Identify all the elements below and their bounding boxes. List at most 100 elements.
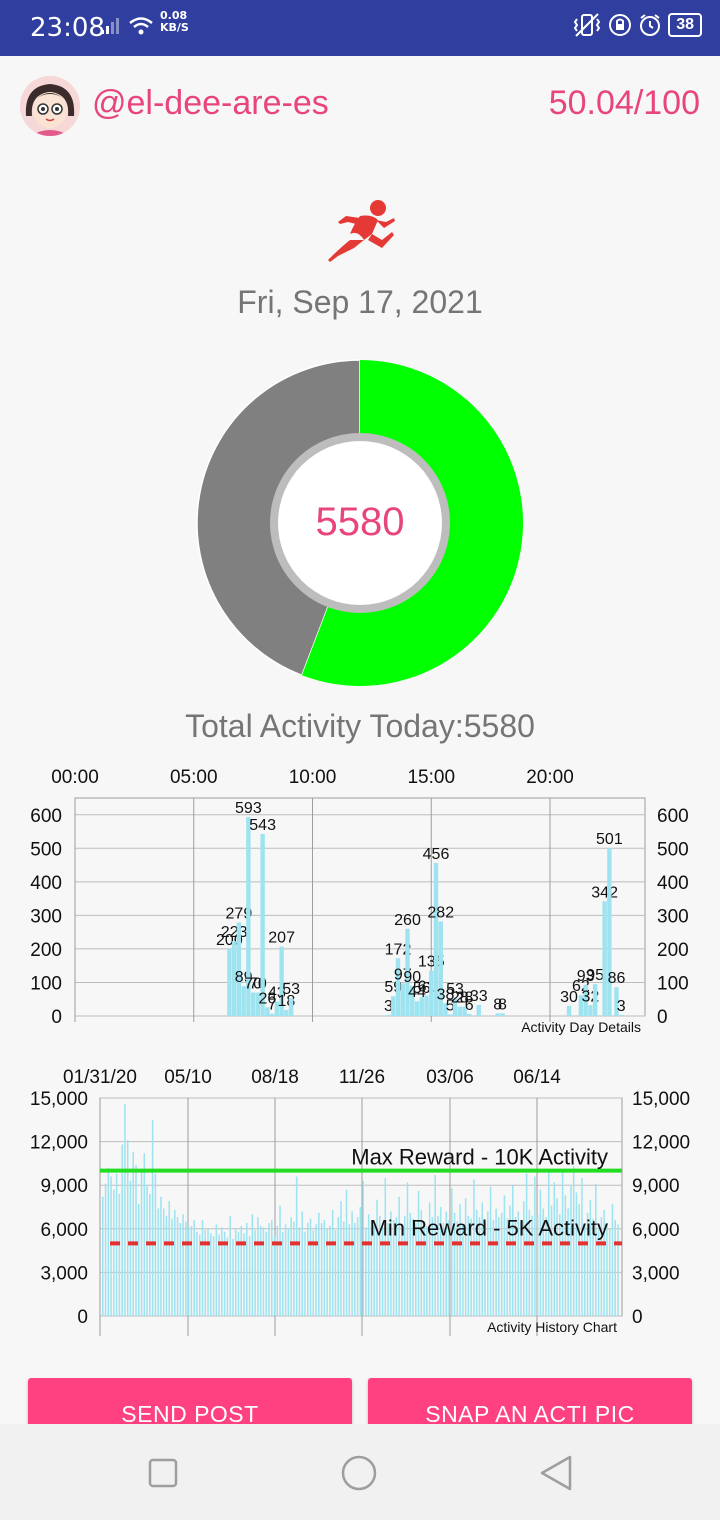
history-chart-bar	[295, 1176, 298, 1316]
history-chart-bar	[384, 1177, 387, 1316]
day-chart-bar	[414, 1001, 420, 1016]
history-chart-bar	[287, 1228, 290, 1316]
recent-apps-icon[interactable]	[148, 1458, 178, 1488]
day-chart-bar-label: 86	[608, 970, 626, 987]
history-chart-bar	[243, 1233, 245, 1316]
history-chart-bar	[293, 1221, 295, 1316]
day-chart-bar-label: 8	[498, 996, 507, 1013]
wifi-icon	[129, 17, 153, 35]
history-chart-bar	[284, 1224, 287, 1316]
history-chart-bar	[138, 1204, 140, 1316]
day-chart-bar	[467, 1013, 472, 1016]
history-chart-bar	[270, 1220, 273, 1316]
day-chart-caption: Activity Day Details	[521, 1019, 641, 1035]
day-chart-bar	[500, 1013, 505, 1016]
history-chart-bar	[539, 1189, 542, 1316]
history-chart-bar	[406, 1182, 409, 1316]
day-chart-bar	[419, 997, 424, 1016]
day-chart-bar	[288, 998, 294, 1016]
history-chart-y-tick: 15,000	[30, 1089, 88, 1110]
history-chart-x-tick: 08/18	[251, 1067, 299, 1088]
history-chart-x-tick: 05/10	[164, 1067, 212, 1088]
history-chart-bar	[572, 1166, 575, 1316]
history-chart-bar	[351, 1211, 353, 1316]
day-chart-bar	[448, 1014, 453, 1016]
history-chart-bar	[126, 1140, 129, 1316]
history-chart-bar	[276, 1225, 279, 1316]
avatar-image	[20, 76, 80, 136]
history-chart-bar	[345, 1189, 348, 1316]
history-chart-bar	[273, 1236, 276, 1316]
status-time: 23:08	[30, 13, 105, 43]
history-chart-bar	[146, 1185, 148, 1316]
alarm-icon	[640, 14, 661, 36]
day-chart-bar	[619, 1014, 624, 1016]
day-chart-y-tick: 600	[30, 806, 62, 827]
day-chart-bar-label: 501	[596, 831, 623, 848]
day-chart-bar	[400, 983, 405, 1016]
avatar[interactable]	[20, 76, 80, 136]
history-chart-bar	[262, 1227, 265, 1316]
home-icon[interactable]	[340, 1454, 378, 1492]
history-chart-bar	[354, 1222, 356, 1316]
day-chart-bar	[250, 992, 256, 1016]
history-chart-bar	[434, 1175, 436, 1316]
history-chart-bar	[473, 1179, 475, 1316]
min-reward-label: Min Reward - 5K Activity	[370, 1215, 608, 1240]
history-chart-y-tick: 12,000	[30, 1133, 88, 1154]
day-activity-chart: 0 0 100 100 200 200 300 300 400 400 500 500 600 600 00…	[30, 767, 689, 1035]
day-chart-bar	[495, 1013, 500, 1016]
history-chart-bar	[320, 1222, 323, 1316]
day-chart-bar	[391, 996, 396, 1016]
day-chart-frame	[74, 797, 646, 1017]
history-chart-y-tick: 6,000	[40, 1220, 88, 1241]
total-activity-label: Total Activity Today:5580	[185, 708, 535, 744]
day-chart-bar	[429, 970, 434, 1016]
history-chart-bar	[329, 1225, 331, 1316]
history-chart-bar	[132, 1151, 134, 1316]
history-chart-bar	[348, 1224, 351, 1316]
day-chart-y-tick-right: 300	[657, 906, 689, 927]
day-chart-bar	[386, 1014, 391, 1016]
history-chart-bar	[171, 1218, 173, 1316]
history-chart-bar	[190, 1225, 193, 1316]
history-chart-bar	[215, 1224, 218, 1316]
history-chart-bar	[174, 1209, 176, 1316]
day-chart-bar	[457, 1006, 462, 1016]
history-chart-x-tick: 01/31/20	[63, 1067, 137, 1088]
history-chart-bar	[135, 1164, 137, 1316]
history-chart-bar	[198, 1234, 201, 1316]
day-chart-x-tick: 10:00	[289, 767, 337, 788]
day-chart-x-tick: 05:00	[170, 767, 218, 788]
username[interactable]: @el-dee-are-es	[92, 84, 329, 123]
day-chart-bar-label: 223	[221, 924, 248, 941]
history-chart-bar	[113, 1189, 115, 1316]
day-chart-y-tick: 400	[30, 873, 62, 894]
history-chart-bar	[381, 1227, 384, 1316]
history-chart-y-tick-right: 15,000	[632, 1089, 690, 1110]
history-chart-bar	[179, 1222, 182, 1316]
history-chart-bar	[185, 1221, 187, 1316]
history-chart-bar	[176, 1217, 179, 1316]
history-chart-bar	[162, 1208, 165, 1316]
history-chart-bar	[193, 1220, 195, 1316]
history-chart-bar	[157, 1208, 159, 1316]
history-chart-bar	[298, 1227, 301, 1316]
history-chart-bar	[201, 1220, 204, 1316]
runner-icon	[328, 200, 395, 262]
back-icon[interactable]	[538, 1454, 574, 1492]
status-icons: 38	[572, 12, 702, 38]
history-chart-bar	[315, 1224, 317, 1316]
history-chart-bar	[187, 1227, 190, 1316]
history-chart-bar	[309, 1218, 312, 1316]
day-chart-bar	[607, 847, 612, 1016]
history-chart-bar	[282, 1231, 284, 1316]
history-chart-bar	[257, 1217, 259, 1316]
status-bar: 23:08 0.08 KB/S 38	[0, 0, 720, 56]
history-chart-bar	[151, 1119, 154, 1316]
history-chart-bar	[246, 1222, 248, 1316]
history-chart-x-tick: 06/14	[513, 1067, 561, 1088]
day-chart-bar	[269, 1013, 275, 1016]
history-chart-bar	[143, 1153, 146, 1316]
signal-icon	[101, 18, 119, 34]
